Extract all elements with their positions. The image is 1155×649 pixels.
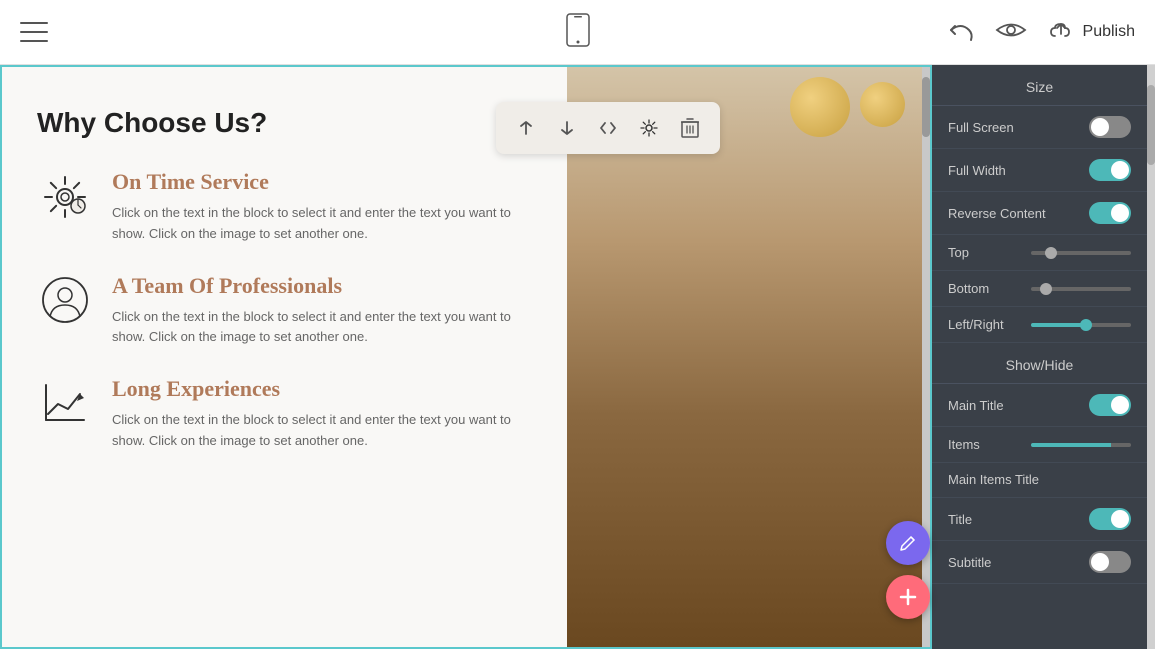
bottom-row: Bottom xyxy=(932,271,1147,307)
fab-add-button[interactable] xyxy=(886,575,930,619)
feature-desc-team: Click on the text in the block to select… xyxy=(112,307,532,349)
subtitle-row: Subtitle xyxy=(932,541,1147,584)
feature-item-on-time: On Time Service Click on the text in the… xyxy=(37,169,532,245)
full-width-row: Full Width xyxy=(932,149,1147,192)
top-row: Top xyxy=(932,235,1147,271)
feature-content-team: A Team Of Professionals Click on the tex… xyxy=(112,273,532,349)
feature-title-experience: Long Experiences xyxy=(112,376,532,402)
hamburger-menu-icon[interactable] xyxy=(20,22,48,42)
person-icon xyxy=(37,273,92,328)
right-scrollbar[interactable] xyxy=(1147,65,1155,649)
chart-icon xyxy=(37,376,92,431)
subtitle-label: Subtitle xyxy=(948,555,991,570)
full-screen-row: Full Screen xyxy=(932,106,1147,149)
decorative-sphere-1 xyxy=(790,77,850,137)
feature-desc-on-time: Click on the text in the block to select… xyxy=(112,203,532,245)
show-hide-section-label: Show/Hide xyxy=(932,343,1147,384)
full-screen-toggle[interactable] xyxy=(1089,116,1131,138)
main-title-toggle[interactable] xyxy=(1089,394,1131,416)
top-label: Top xyxy=(948,245,969,260)
reverse-content-toggle[interactable] xyxy=(1089,202,1131,224)
items-slider[interactable] xyxy=(1031,443,1131,447)
bottom-label: Bottom xyxy=(948,281,989,296)
bottom-slider[interactable] xyxy=(1031,287,1131,291)
subtitle-toggle[interactable] xyxy=(1089,551,1131,573)
top-slider-thumb xyxy=(1045,247,1057,259)
undo-icon[interactable] xyxy=(947,16,975,49)
title-label: Title xyxy=(948,512,972,527)
header-center xyxy=(564,13,592,52)
right-scrollbar-thumb xyxy=(1147,85,1155,165)
publish-label: Publish xyxy=(1083,23,1135,41)
items-row: Items xyxy=(932,427,1147,463)
bottom-slider-thumb xyxy=(1040,283,1052,295)
full-screen-label: Full Screen xyxy=(948,120,1014,135)
main-area: Why Choose Us? xyxy=(0,65,1155,649)
full-width-toggle[interactable] xyxy=(1089,159,1131,181)
settings-button[interactable] xyxy=(631,110,667,146)
floating-toolbar xyxy=(496,102,720,154)
feature-title-team: A Team Of Professionals xyxy=(112,273,532,299)
lr-slider[interactable] xyxy=(1031,323,1131,327)
left-right-label: Left/Right xyxy=(948,317,1004,332)
top-slider[interactable] xyxy=(1031,251,1131,255)
feature-item-team: A Team Of Professionals Click on the tex… xyxy=(37,273,532,349)
feature-title-on-time: On Time Service xyxy=(112,169,532,195)
main-title-label: Main Title xyxy=(948,398,1004,413)
image-placeholder xyxy=(567,67,930,647)
full-width-label: Full Width xyxy=(948,163,1006,178)
move-up-button[interactable] xyxy=(508,110,544,146)
header-left xyxy=(20,22,48,42)
header-right: Publish xyxy=(947,16,1135,49)
items-title-section: Main Items Title xyxy=(932,463,1147,498)
reverse-content-label: Reverse Content xyxy=(948,206,1046,221)
items-title-label: Main Items Title xyxy=(948,472,1039,487)
reverse-content-row: Reverse Content xyxy=(932,192,1147,235)
fab-container xyxy=(886,521,930,619)
size-section-label: Size xyxy=(932,65,1147,106)
upload-cloud-icon xyxy=(1047,16,1075,49)
header: Publish xyxy=(0,0,1155,65)
main-title-row: Main Title xyxy=(932,384,1147,427)
items-label: Items xyxy=(948,437,980,452)
title-toggle[interactable] xyxy=(1089,508,1131,530)
fab-edit-button[interactable] xyxy=(886,521,930,565)
gear-icon xyxy=(37,169,92,224)
preview-eye-icon[interactable] xyxy=(995,19,1027,46)
title-row: Title xyxy=(932,498,1147,541)
feature-content-on-time: On Time Service Click on the text in the… xyxy=(112,169,532,245)
image-section xyxy=(567,67,930,647)
phone-preview-icon[interactable] xyxy=(564,13,592,52)
feature-item-experience: Long Experiences Click on the text in th… xyxy=(37,376,532,452)
canvas-scrollbar-thumb xyxy=(922,77,930,137)
code-button[interactable] xyxy=(590,110,626,146)
canvas: Why Choose Us? xyxy=(0,65,932,649)
decorative-sphere-2 xyxy=(860,82,905,127)
lr-slider-thumb xyxy=(1080,319,1092,331)
settings-panel: Size Full Screen Full Width Reverse Cont… xyxy=(932,65,1147,649)
section-title: Why Choose Us? xyxy=(37,107,532,139)
move-down-button[interactable] xyxy=(549,110,585,146)
publish-button[interactable]: Publish xyxy=(1047,16,1135,49)
feature-desc-experience: Click on the text in the block to select… xyxy=(112,410,532,452)
delete-button[interactable] xyxy=(672,110,708,146)
left-right-row: Left/Right xyxy=(932,307,1147,343)
content-section: Why Choose Us? xyxy=(2,67,567,647)
feature-content-experience: Long Experiences Click on the text in th… xyxy=(112,376,532,452)
